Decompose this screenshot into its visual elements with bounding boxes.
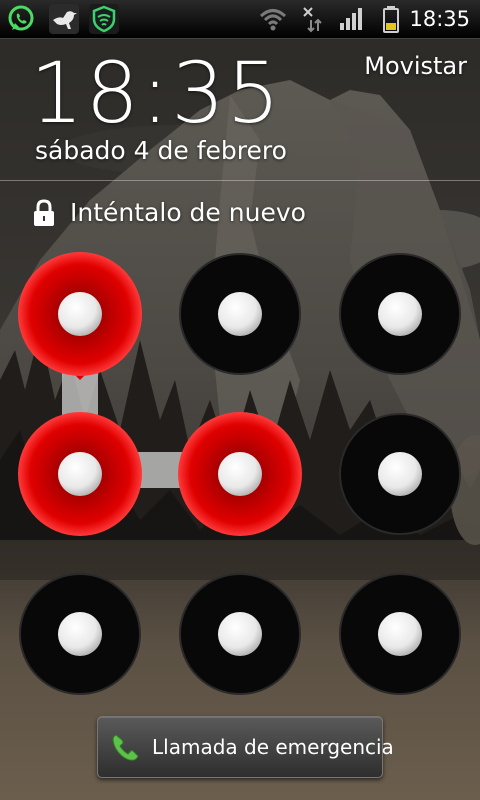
emergency-call-button[interactable]: Llamada de emergencia: [97, 716, 394, 778]
pattern-dot-8[interactable]: [179, 573, 301, 695]
pattern-dot-3[interactable]: [339, 253, 461, 375]
pattern-lock[interactable]: [0, 0, 480, 800]
pattern-dot-2[interactable]: [179, 253, 301, 375]
pattern-dot-9[interactable]: [339, 573, 461, 695]
phone-icon: [112, 734, 139, 761]
pattern-dot-6[interactable]: [339, 413, 461, 535]
pattern-dot-1[interactable]: [18, 252, 142, 376]
emergency-call-label: Llamada de emergencia: [152, 735, 394, 759]
pattern-dot-4[interactable]: [18, 412, 142, 536]
pattern-dot-5[interactable]: [178, 412, 302, 536]
pattern-dot-7[interactable]: [19, 573, 141, 695]
